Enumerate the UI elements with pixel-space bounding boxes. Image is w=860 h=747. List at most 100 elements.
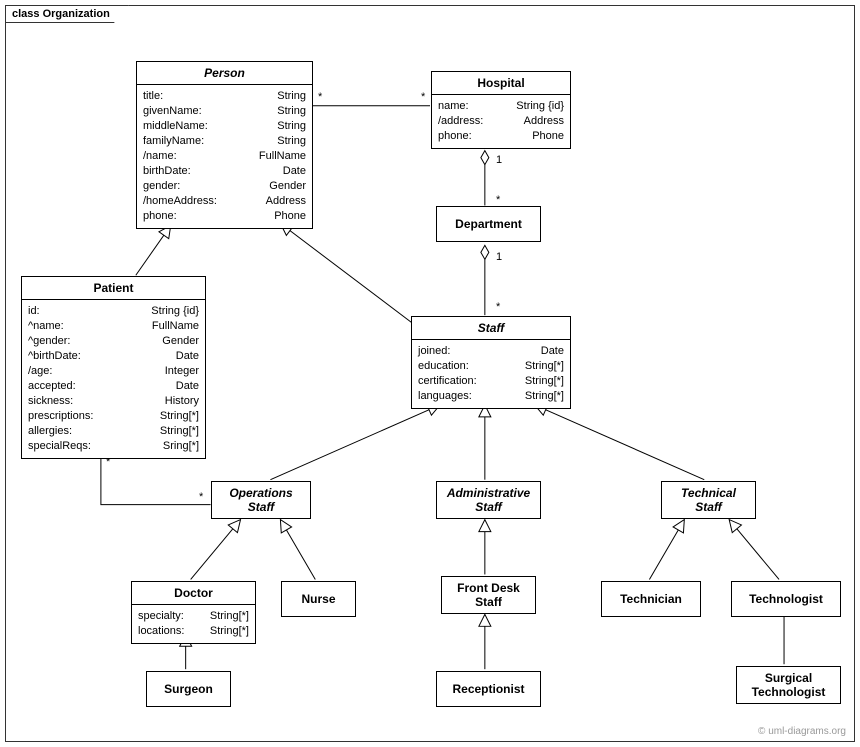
class-title: Doctor <box>132 582 255 605</box>
attribute-row: languages:String[*] <box>418 389 564 404</box>
attribute-type: String <box>277 119 306 134</box>
uml-frame: class Organization <box>5 5 855 742</box>
attribute-name: middleName: <box>143 119 208 134</box>
attribute-name: name: <box>438 99 469 114</box>
class-operations-staff: Operations Staff <box>211 481 311 519</box>
class-staff: Staff joined:Dateeducation:String[*]cert… <box>411 316 571 409</box>
attribute-name: locations: <box>138 624 184 639</box>
class-title: Department <box>437 213 540 235</box>
attribute-name: gender: <box>143 179 180 194</box>
attribute-name: birthDate: <box>143 164 191 179</box>
attribute-row: givenName:String <box>143 104 306 119</box>
attribute-name: ^gender: <box>28 334 70 349</box>
class-title: Technician <box>602 588 700 610</box>
class-front-desk-staff: Front Desk Staff <box>441 576 536 614</box>
class-patient: Patient id:String {id}^name:FullName^gen… <box>21 276 206 459</box>
class-attrs: name:String {id}/address:Addressphone:Ph… <box>432 95 570 148</box>
attribute-type: Address <box>266 194 306 209</box>
attribute-type: Integer <box>165 364 199 379</box>
attribute-type: String {id} <box>151 304 199 319</box>
class-title: Operations Staff <box>212 482 310 518</box>
attribute-row: ^gender: Gender <box>28 334 199 349</box>
attribute-name: sickness: <box>28 394 73 409</box>
class-title: Hospital <box>432 72 570 95</box>
attribute-row: /age: Integer <box>28 364 199 379</box>
attribute-type: Date <box>283 164 306 179</box>
frame-title: class Organization <box>12 8 110 20</box>
attribute-type: String[*] <box>525 389 564 404</box>
attribute-row: locations: String[*] <box>138 624 249 639</box>
attribute-row: /address:Address <box>438 114 564 129</box>
attribute-type: FullName <box>259 149 306 164</box>
attribute-name: ^birthDate: <box>28 349 81 364</box>
attribute-type: Date <box>176 349 199 364</box>
class-hospital: Hospital name:String {id}/address:Addres… <box>431 71 571 149</box>
attribute-row: accepted:Date <box>28 379 199 394</box>
mult-person-side: * <box>318 91 322 103</box>
attribute-name: certification: <box>418 374 477 389</box>
attribute-row: joined: Date <box>418 344 564 359</box>
attribute-name: prescriptions: <box>28 409 93 424</box>
attribute-type: String[*] <box>210 624 249 639</box>
attribute-row: /homeAddress: Address <box>143 194 306 209</box>
class-title: Front Desk Staff <box>442 577 535 613</box>
mult-hosp-dept-top: 1 <box>496 154 502 166</box>
attribute-type: String <box>277 134 306 149</box>
attribute-name: id: <box>28 304 40 319</box>
mult-hospital-side: * <box>421 91 425 103</box>
class-attrs: title:StringgivenName:StringmiddleName:S… <box>137 85 312 228</box>
class-attrs: id: String {id} ^name: FullName ^gender: Gend… <box>22 300 205 458</box>
attribute-row: ^birthDate: Date <box>28 349 199 364</box>
class-surgical-technologist: Surgical Technologist <box>736 666 841 704</box>
attribute-row: sickness: History <box>28 394 199 409</box>
attribute-row: phone: Phone <box>143 209 306 224</box>
attribute-type: Gender <box>162 334 199 349</box>
class-administrative-staff: Administrative Staff <box>436 481 541 519</box>
class-title: Receptionist <box>437 678 540 700</box>
class-technologist: Technologist <box>731 581 841 617</box>
class-nurse: Nurse <box>281 581 356 617</box>
class-attrs: joined:Dateeducation:String[*]certificat… <box>412 340 570 408</box>
attribute-row: phone: Phone <box>438 129 564 144</box>
attribute-name: specialReqs: <box>28 439 91 454</box>
attribute-type: String[*] <box>160 409 199 424</box>
attribute-row: ^name: FullName <box>28 319 199 334</box>
attribute-row: specialty:String[*] <box>138 609 249 624</box>
attribute-name: /homeAddress: <box>143 194 217 209</box>
class-surgeon: Surgeon <box>146 671 231 707</box>
attribute-name: joined: <box>418 344 450 359</box>
attribute-row: familyName: String <box>143 134 306 149</box>
attribute-type: Date <box>541 344 564 359</box>
attribute-row: title:String <box>143 89 306 104</box>
attribute-type: Date <box>176 379 199 394</box>
class-department: Department <box>436 206 541 242</box>
attribute-row: id: String {id} <box>28 304 199 319</box>
attribute-type: FullName <box>152 319 199 334</box>
attribute-type: Gender <box>269 179 306 194</box>
mult-hosp-dept-bot: * <box>496 194 500 206</box>
attribute-row: birthDate: Date <box>143 164 306 179</box>
attribute-type: Phone <box>532 129 564 144</box>
attribute-name: education: <box>418 359 469 374</box>
attribute-type: Phone <box>274 209 306 224</box>
attribute-type: String <box>277 89 306 104</box>
attribute-name: phone: <box>143 209 177 224</box>
attribute-row: specialReqs: Sring[*] <box>28 439 199 454</box>
attribute-name: phone: <box>438 129 472 144</box>
attribute-row: education:String[*] <box>418 359 564 374</box>
attribute-name: givenName: <box>143 104 202 119</box>
attribute-type: Address <box>524 114 564 129</box>
attribute-name: ^name: <box>28 319 64 334</box>
attribute-name: familyName: <box>143 134 204 149</box>
attribute-name: allergies: <box>28 424 72 439</box>
attribute-type: String[*] <box>160 424 199 439</box>
attribute-type: Sring[*] <box>163 439 199 454</box>
attribute-type: String[*] <box>210 609 249 624</box>
class-title: Person <box>137 62 312 85</box>
attribute-name: /age: <box>28 364 52 379</box>
class-person: Person title:StringgivenName:Stringmiddl… <box>136 61 313 229</box>
attribute-row: certification:String[*] <box>418 374 564 389</box>
mult-patient-ops-right: * <box>199 491 203 503</box>
attribute-row: allergies: String[*] <box>28 424 199 439</box>
attribute-type: History <box>165 394 199 409</box>
